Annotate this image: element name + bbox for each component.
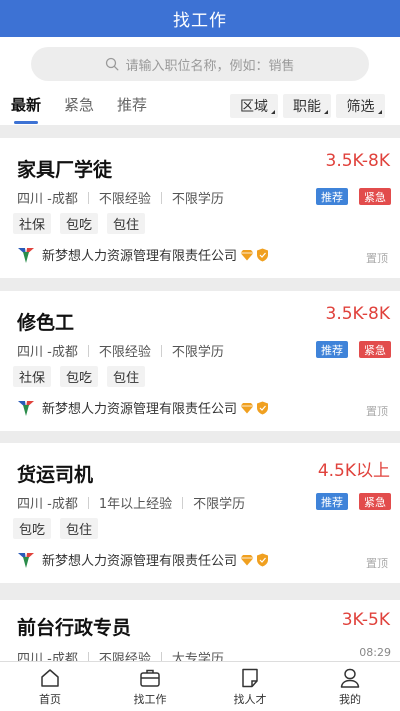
job-card[interactable]: 修色工 3.5K-8K 四川 -成都 不限经验 不限学历 推荐 紧急 社保 包吃…: [0, 291, 400, 431]
job-salary: 3.5K-8K: [325, 151, 391, 171]
nav-home-label: 首页: [39, 693, 61, 706]
document-icon: [242, 668, 258, 688]
verified-shield-icon: [257, 553, 269, 566]
briefcase-icon: [140, 669, 160, 687]
divider: [160, 191, 162, 204]
company-logo-icon: [18, 247, 34, 263]
job-tags: 社保 包吃 包住: [13, 366, 154, 387]
company-name: 新梦想人力资源管理有限责任公司: [42, 249, 238, 264]
active-tab-indicator: [14, 121, 38, 124]
verified-shield-icon: [257, 401, 269, 414]
divider: [87, 496, 89, 509]
divider: [87, 191, 89, 204]
nav-home[interactable]: 首页: [0, 662, 100, 711]
diamond-icon: [240, 554, 254, 565]
job-meta: 四川 -成都 不限经验 不限学历: [17, 341, 224, 360]
job-location: 四川 -成都: [17, 192, 78, 207]
job-education: 不限学历: [193, 497, 246, 512]
filter-region-label: 区域: [240, 99, 268, 115]
diamond-icon: [240, 402, 254, 413]
company-logo-icon: [18, 400, 34, 416]
company-logo-icon: [18, 552, 34, 568]
pinned-label: 置顶: [366, 557, 388, 570]
app-header: 找工作: [0, 0, 400, 37]
nav-find-talent-label: 找人才: [233, 693, 267, 706]
job-tag: 包住: [60, 518, 99, 539]
search-icon: [106, 57, 119, 71]
company-row[interactable]: 新梦想人力资源管理有限责任公司: [17, 398, 269, 417]
nav-find-talent[interactable]: 找人才: [200, 662, 300, 711]
job-meta: 四川 -成都 1年以上经验 不限学历: [17, 493, 245, 512]
post-time: 08:29: [359, 646, 391, 659]
nav-profile[interactable]: 我的: [300, 662, 400, 711]
job-card[interactable]: 前台行政专员 3K-5K 四川 -成都 不限经验 大专学历 08:29: [0, 600, 400, 670]
job-title: 前台行政专员: [17, 617, 132, 639]
job-salary: 3K-5K: [341, 610, 390, 630]
search-placeholder: 请输入职位名称，例如：销售: [125, 58, 295, 74]
job-salary: 4.5K以上: [317, 461, 390, 481]
job-experience: 不限经验: [98, 345, 151, 360]
page-title: 找工作: [173, 11, 227, 31]
search-input[interactable]: 请输入职位名称，例如：销售: [31, 47, 369, 81]
job-title: 修色工: [17, 312, 75, 334]
job-card[interactable]: 家具厂学徒 3.5K-8K 四川 -成都 不限经验 不限学历 推荐 紧急 社保 …: [0, 138, 400, 278]
job-experience: 1年以上经验: [98, 497, 173, 512]
job-salary: 3.5K-8K: [325, 304, 391, 324]
nav-profile-label: 我的: [339, 693, 361, 706]
recommend-badge: 推荐: [316, 188, 348, 205]
company-name: 新梦想人力资源管理有限责任公司: [42, 402, 238, 417]
job-tag: 包吃: [13, 518, 52, 539]
divider: [160, 344, 162, 357]
filter-more-label: 筛选: [346, 99, 375, 115]
urgent-badge: 紧急: [359, 493, 391, 510]
job-tag: 包住: [107, 213, 146, 234]
company-name: 新梦想人力资源管理有限责任公司: [42, 554, 238, 569]
job-tag: 社保: [13, 213, 52, 234]
filter-more[interactable]: 筛选: [336, 94, 385, 118]
urgent-badge: 紧急: [359, 188, 391, 205]
search-area: 请输入职位名称，例如：销售: [0, 37, 400, 92]
tab-recommend[interactable]: 推荐: [117, 94, 147, 115]
verified-shield-icon: [257, 248, 269, 261]
job-tags: 社保 包吃 包住: [13, 213, 154, 234]
pinned-label: 置顶: [366, 252, 388, 265]
job-location: 四川 -成都: [17, 345, 78, 360]
recommend-badge: 推荐: [316, 341, 348, 358]
home-icon: [41, 669, 59, 687]
divider: [182, 496, 184, 509]
company-row[interactable]: 新梦想人力资源管理有限责任公司: [17, 550, 269, 569]
job-tag: 社保: [13, 366, 52, 387]
tab-bar: 最新 紧急 推荐 区域 职能 筛选: [0, 92, 400, 125]
job-location: 四川 -成都: [17, 497, 78, 512]
job-card[interactable]: 货运司机 4.5K以上 四川 -成都 1年以上经验 不限学历 推荐 紧急 包吃 …: [0, 443, 400, 583]
dropdown-triangle-icon: [271, 110, 275, 114]
user-icon: [340, 668, 360, 688]
company-row[interactable]: 新梦想人力资源管理有限责任公司: [17, 245, 269, 264]
dropdown-triangle-icon: [324, 110, 328, 114]
filter-region[interactable]: 区域: [230, 94, 278, 118]
job-meta: 四川 -成都 不限经验 不限学历: [17, 188, 224, 207]
dropdown-triangle-icon: [378, 110, 382, 114]
tab-urgent[interactable]: 紧急: [64, 94, 94, 115]
filter-function-label: 职能: [293, 99, 321, 115]
job-tags: 包吃 包住: [13, 518, 107, 539]
job-experience: 不限经验: [98, 192, 151, 207]
job-education: 不限学历: [171, 345, 224, 360]
job-title: 货运司机: [17, 464, 94, 486]
pinned-label: 置顶: [366, 405, 388, 418]
divider: [87, 344, 89, 357]
diamond-icon: [240, 249, 254, 260]
job-title: 家具厂学徒: [17, 159, 113, 181]
filter-function[interactable]: 职能: [283, 94, 331, 118]
recommend-badge: 推荐: [316, 493, 348, 510]
urgent-badge: 紧急: [359, 341, 391, 358]
nav-find-job-label: 找工作: [133, 693, 167, 706]
job-tag: 包住: [107, 366, 146, 387]
tab-latest[interactable]: 最新: [11, 94, 41, 115]
job-education: 不限学历: [171, 192, 224, 207]
job-tag: 包吃: [60, 366, 99, 387]
nav-find-job[interactable]: 找工作: [100, 662, 200, 711]
bottom-nav: 首页 找工作 找人才 我的: [0, 661, 400, 711]
job-tag: 包吃: [60, 213, 99, 234]
